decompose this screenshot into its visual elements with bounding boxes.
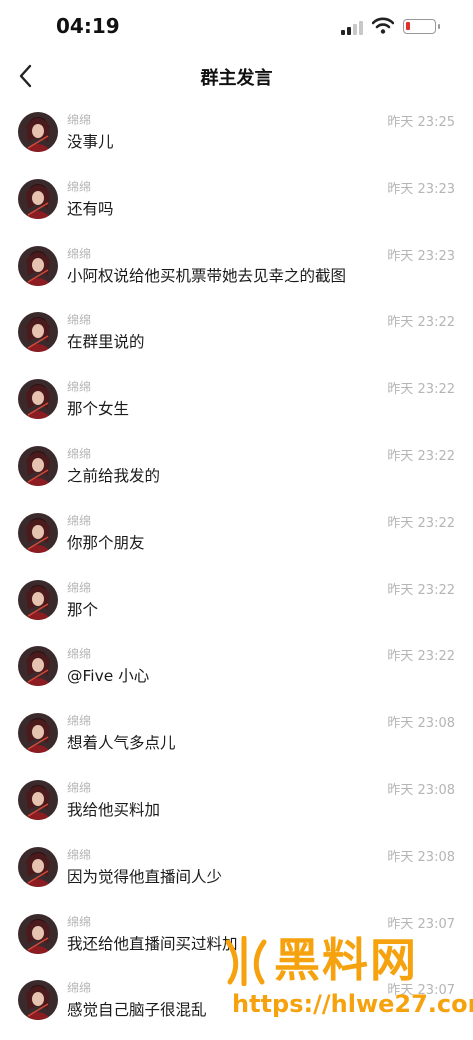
message-timestamp: 昨天 23:23 — [387, 181, 455, 197]
message-sender: 绵绵 — [67, 714, 92, 729]
avatar[interactable] — [18, 779, 58, 820]
message-sender: 绵绵 — [67, 981, 92, 996]
message-item[interactable]: 绵绵 昨天 23:08 想着人气多点儿 — [0, 706, 473, 773]
message-item[interactable]: 绵绵 昨天 23:22 @Five 小心 — [0, 639, 473, 706]
message-sender: 绵绵 — [67, 647, 92, 662]
message-timestamp: 昨天 23:23 — [387, 248, 455, 264]
avatar[interactable] — [18, 980, 58, 1021]
message-text: 因为觉得他直播间人少 — [67, 867, 223, 886]
message-item[interactable]: 绵绵 昨天 23:23 小阿权说给他买机票带她去见幸之的截图 — [0, 239, 473, 306]
message-text: 那个女生 — [67, 400, 130, 419]
avatar[interactable] — [18, 112, 58, 152]
battery-icon — [403, 19, 436, 34]
message-item[interactable]: 绵绵 昨天 23:23 还有吗 — [0, 172, 473, 239]
page-title: 群主发言 — [200, 68, 273, 89]
message-text: 之前给我发的 — [67, 466, 161, 485]
message-sender: 绵绵 — [67, 513, 92, 528]
wifi-icon — [372, 17, 394, 34]
message-sender: 绵绵 — [67, 179, 92, 194]
message-sender: 绵绵 — [67, 113, 92, 127]
status-time: 04:19 — [56, 14, 120, 38]
message-text: 你那个朋友 — [67, 533, 145, 552]
message-item[interactable]: 绵绵 昨天 23:22 那个女生 — [0, 372, 473, 439]
message-text: 那个 — [67, 600, 99, 619]
watermark-url: https://hlwe27.com — [232, 990, 473, 1018]
message-text: 感觉自己脑子很混乱 — [67, 1001, 207, 1020]
message-text: 想着人气多点儿 — [67, 734, 176, 753]
message-sender: 绵绵 — [67, 380, 92, 395]
message-timestamp: 昨天 23:22 — [387, 515, 455, 531]
message-item[interactable]: 绵绵 昨天 23:08 因为觉得他直播间人少 — [0, 840, 473, 907]
message-sender: 绵绵 — [67, 847, 92, 862]
avatar[interactable] — [18, 312, 58, 353]
message-sender: 绵绵 — [67, 580, 92, 595]
message-item[interactable]: 绵绵 昨天 23:25 没事儿 — [0, 105, 473, 172]
message-timestamp: 昨天 23:08 — [387, 849, 455, 865]
message-text: 小阿权说给他买机票带她去见幸之的截图 — [67, 266, 347, 285]
message-text: 我给他买料加 — [67, 800, 161, 819]
message-sender: 绵绵 — [67, 446, 92, 461]
message-timestamp: 昨天 23:22 — [387, 315, 455, 331]
message-sender: 绵绵 — [67, 246, 92, 261]
message-list: 绵绵 昨天 23:25 没事儿 绵绵 昨天 23:23 还有吗 绵绵 昨天 23:23 小阿权说… — [0, 105, 473, 1040]
message-item[interactable]: 绵绵 昨天 23:22 那个 — [0, 573, 473, 640]
avatar[interactable] — [18, 445, 58, 486]
message-item[interactable]: 绵绵 昨天 23:22 在群里说的 — [0, 305, 473, 372]
avatar[interactable] — [18, 646, 58, 687]
message-timestamp: 昨天 23:08 — [387, 782, 455, 798]
nav-bar: 群主发言 — [0, 52, 473, 100]
message-timestamp: 昨天 23:25 — [387, 115, 455, 130]
message-timestamp: 昨天 23:22 — [387, 382, 455, 398]
avatar[interactable] — [18, 846, 58, 887]
message-sender: 绵绵 — [67, 780, 92, 795]
avatar[interactable] — [18, 913, 58, 954]
signal-icon — [341, 21, 363, 35]
message-timestamp: 昨天 23:22 — [387, 649, 455, 665]
message-item[interactable]: 绵绵 昨天 23:08 我给他买料加 — [0, 773, 473, 840]
message-text: 在群里说的 — [67, 333, 145, 352]
avatar[interactable] — [18, 379, 58, 420]
avatar[interactable] — [18, 713, 58, 754]
avatar[interactable] — [18, 512, 58, 553]
avatar[interactable] — [18, 579, 58, 620]
message-text: @Five 小心 — [67, 667, 150, 686]
watermark: 黑料网 https://hlwe27.com — [218, 922, 473, 1024]
message-sender: 绵绵 — [67, 914, 92, 929]
message-item[interactable]: 绵绵 昨天 23:22 你那个朋友 — [0, 506, 473, 573]
watermark-logo-icon — [225, 936, 267, 986]
watermark-title: 黑料网 — [274, 933, 418, 987]
message-text: 还有吗 — [67, 199, 114, 218]
message-timestamp: 昨天 23:22 — [387, 582, 455, 598]
message-timestamp: 昨天 23:22 — [387, 448, 455, 464]
message-sender: 绵绵 — [67, 313, 92, 328]
avatar[interactable] — [18, 178, 58, 219]
message-timestamp: 昨天 23:08 — [387, 716, 455, 732]
message-item[interactable]: 绵绵 昨天 23:22 之前给我发的 — [0, 439, 473, 506]
message-text: 没事儿 — [67, 133, 114, 151]
avatar[interactable] — [18, 245, 58, 286]
message-text: 我还给他直播间买过料加 — [67, 934, 238, 953]
status-bar: 04:19 — [0, 0, 473, 52]
